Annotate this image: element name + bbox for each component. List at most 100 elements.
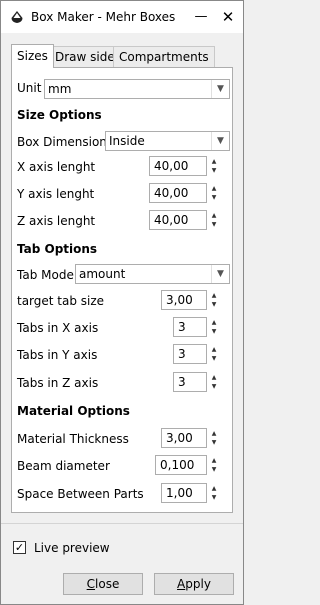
tabs-x-spinbox[interactable]: 3 ▲ ▼ — [173, 317, 221, 337]
unit-value: mm — [48, 82, 72, 96]
chevron-down-icon: ▼ — [211, 132, 229, 150]
spin-arrows: ▲ ▼ — [207, 344, 221, 364]
apply-label-rest: pply — [185, 577, 211, 591]
chevron-down-icon: ▼ — [211, 80, 229, 98]
spin-down-icon[interactable]: ▼ — [209, 354, 219, 363]
x-axis-label: X axis lenght — [17, 160, 96, 174]
z-axis-label: Z axis lenght — [17, 214, 96, 228]
spin-up-icon[interactable]: ▲ — [209, 456, 219, 465]
z-axis-value: 40,00 — [154, 213, 189, 227]
inkscape-app-icon — [11, 11, 23, 23]
target-tab-size-spinbox[interactable]: 3,00 ▲ ▼ — [161, 290, 221, 310]
unit-select[interactable]: mm ▼ — [44, 79, 230, 99]
spin-up-icon[interactable]: ▲ — [209, 345, 219, 354]
material-thickness-spinbox[interactable]: 3,00 ▲ ▼ — [161, 428, 221, 448]
box-dimensions-value: Inside — [109, 134, 145, 148]
spin-up-icon[interactable]: ▲ — [209, 429, 219, 438]
beam-diameter-label: Beam diameter — [17, 459, 110, 473]
x-axis-input[interactable]: 40,00 — [149, 156, 207, 176]
y-axis-spinbox[interactable]: 40,00 ▲ ▼ — [149, 183, 221, 203]
spin-down-icon[interactable]: ▼ — [209, 300, 219, 309]
live-preview-checkbox[interactable]: ✓ — [13, 541, 26, 554]
x-axis-spinbox[interactable]: 40,00 ▲ ▼ — [149, 156, 221, 176]
y-axis-value: 40,00 — [154, 186, 189, 200]
z-axis-spinbox[interactable]: 40,00 ▲ ▼ — [149, 210, 221, 230]
box-dimensions-label: Box Dimensions — [17, 135, 114, 149]
tabs-y-spinbox[interactable]: 3 ▲ ▼ — [173, 344, 221, 364]
space-between-parts-input[interactable]: 1,00 — [161, 483, 207, 503]
box-dimensions-select[interactable]: Inside ▼ — [105, 131, 230, 151]
tab-mode-value: amount — [79, 267, 126, 281]
window-close-button[interactable]: ✕ — [213, 1, 243, 33]
box-maker-window: Box Maker - Mehr Boxes — ✕ Sizes Draw si… — [0, 0, 244, 605]
material-thickness-value: 3,00 — [166, 431, 193, 445]
tab-mode-select[interactable]: amount ▼ — [75, 264, 230, 284]
tabs-y-value: 3 — [178, 347, 186, 361]
spin-down-icon[interactable]: ▼ — [209, 327, 219, 336]
tabs-z-label: Tabs in Z axis — [17, 376, 99, 390]
tabs-x-input[interactable]: 3 — [173, 317, 207, 337]
target-tab-size-label: target tab size — [17, 294, 105, 308]
close-button[interactable]: Close — [63, 573, 143, 595]
beam-diameter-value: 0,100 — [160, 458, 195, 472]
close-label-rest: lose — [95, 577, 120, 591]
spin-arrows: ▲ ▼ — [207, 156, 221, 176]
spin-up-icon[interactable]: ▲ — [209, 157, 219, 166]
spin-arrows: ▲ ▼ — [207, 183, 221, 203]
spin-arrows: ▲ ▼ — [207, 317, 221, 337]
tabs-y-input[interactable]: 3 — [173, 344, 207, 364]
space-between-parts-label: Space Between Parts — [17, 487, 144, 501]
spin-down-icon[interactable]: ▼ — [209, 166, 219, 175]
live-preview-label[interactable]: Live preview — [34, 541, 110, 555]
z-axis-input[interactable]: 40,00 — [149, 210, 207, 230]
beam-diameter-input[interactable]: 0,100 — [155, 455, 207, 475]
spin-up-icon[interactable]: ▲ — [209, 373, 219, 382]
sizes-panel: Unit mm ▼ Size Options Box Dimensions In… — [11, 67, 233, 513]
spin-up-icon[interactable]: ▲ — [209, 318, 219, 327]
spin-arrows: ▲ ▼ — [207, 455, 221, 475]
spin-up-icon[interactable]: ▲ — [209, 211, 219, 220]
target-tab-size-value: 3,00 — [166, 293, 193, 307]
tabs-x-label: Tabs in X axis — [17, 321, 99, 335]
spin-down-icon[interactable]: ▼ — [209, 193, 219, 202]
spin-down-icon[interactable]: ▼ — [209, 382, 219, 391]
spin-down-icon[interactable]: ▼ — [209, 493, 219, 502]
spin-arrows: ▲ ▼ — [207, 210, 221, 230]
unit-label: Unit — [17, 81, 42, 95]
spin-down-icon[interactable]: ▼ — [209, 438, 219, 447]
tabs-z-input[interactable]: 3 — [173, 372, 207, 392]
tab-mode-label: Tab Mode — [17, 268, 74, 282]
spin-down-icon[interactable]: ▼ — [209, 220, 219, 229]
close-mnemonic: C — [86, 577, 96, 591]
spin-arrows: ▲ ▼ — [207, 372, 221, 392]
size-options-heading: Size Options — [17, 108, 102, 122]
tab-options-heading: Tab Options — [17, 242, 98, 256]
tab-compartments[interactable]: Compartments — [113, 46, 215, 67]
x-axis-value: 40,00 — [154, 159, 189, 173]
spin-up-icon[interactable]: ▲ — [209, 484, 219, 493]
spin-arrows: ▲ ▼ — [207, 428, 221, 448]
apply-button[interactable]: Apply — [154, 573, 234, 595]
material-options-heading: Material Options — [17, 404, 130, 418]
material-thickness-label: Material Thickness — [17, 432, 129, 446]
beam-diameter-spinbox[interactable]: 0,100 ▲ ▼ — [155, 455, 221, 475]
window-title: Box Maker - Mehr Boxes — [31, 10, 176, 24]
spin-down-icon[interactable]: ▼ — [209, 465, 219, 474]
divider — [1, 523, 243, 524]
minimize-button[interactable]: — — [186, 1, 216, 33]
y-axis-input[interactable]: 40,00 — [149, 183, 207, 203]
tabs-z-value: 3 — [178, 375, 186, 389]
space-between-parts-spinbox[interactable]: 1,00 ▲ ▼ — [161, 483, 221, 503]
tabs-y-label: Tabs in Y axis — [17, 348, 98, 362]
spin-arrows: ▲ ▼ — [207, 290, 221, 310]
spin-up-icon[interactable]: ▲ — [209, 184, 219, 193]
title-bar[interactable]: Box Maker - Mehr Boxes — ✕ — [1, 1, 243, 33]
spin-arrows: ▲ ▼ — [207, 483, 221, 503]
tab-sizes[interactable]: Sizes — [11, 44, 54, 68]
target-tab-size-input[interactable]: 3,00 — [161, 290, 207, 310]
tabs-z-spinbox[interactable]: 3 ▲ ▼ — [173, 372, 221, 392]
tabs-x-value: 3 — [178, 320, 186, 334]
material-thickness-input[interactable]: 3,00 — [161, 428, 207, 448]
chevron-down-icon: ▼ — [211, 265, 229, 283]
spin-up-icon[interactable]: ▲ — [209, 291, 219, 300]
